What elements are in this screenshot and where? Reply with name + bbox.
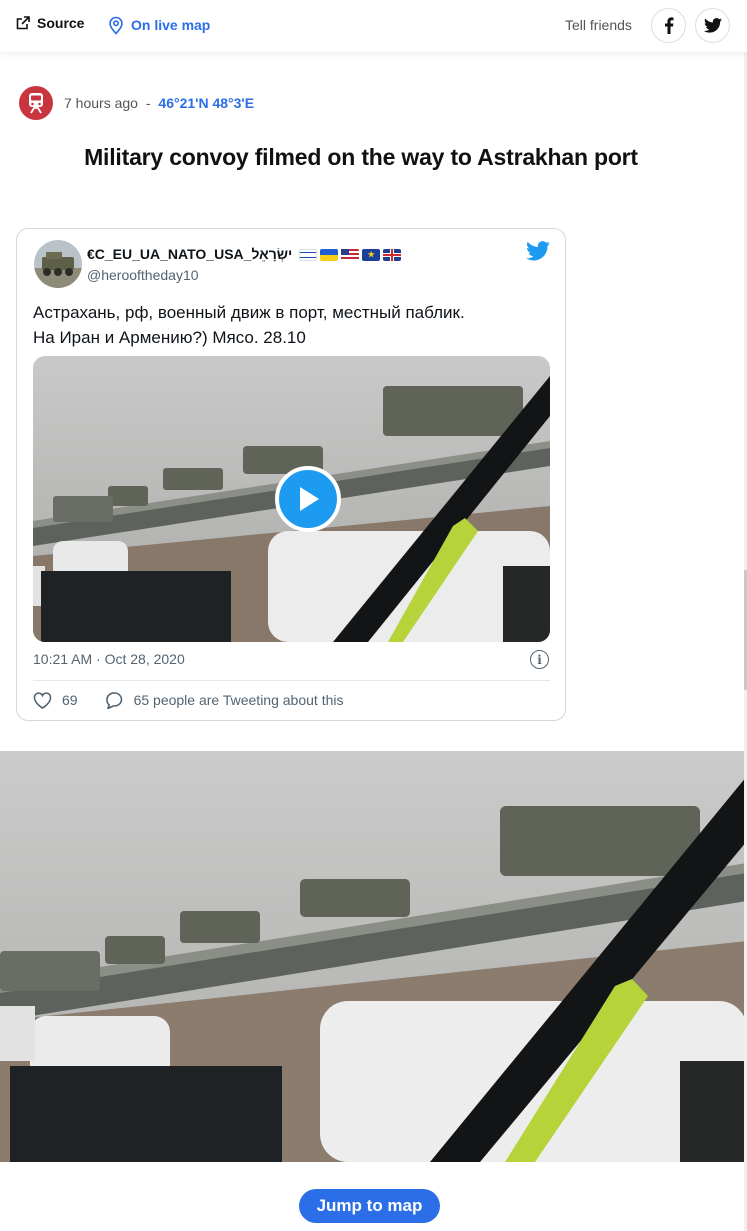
event-video-image[interactable]: [0, 751, 747, 1162]
source-link[interactable]: Source: [15, 15, 84, 31]
eu-flag-icon: ★: [362, 249, 381, 262]
replies-link[interactable]: 65 people are Tweeting about this: [105, 691, 344, 709]
tweet-video-thumbnail[interactable]: [33, 356, 550, 642]
source-label: Source: [37, 15, 85, 31]
author-name[interactable]: €C_EU_UA_NATO_USA_ישְׂרָאֵל ★: [87, 246, 402, 262]
event-meta-text: 7 hours ago - 46°21'N 48°3'E: [64, 95, 254, 111]
usa-flag-icon: [341, 249, 360, 262]
tweet-actions: 69 65 people are Tweeting about this: [33, 691, 343, 709]
train-icon: [19, 86, 53, 120]
play-icon: [300, 487, 319, 511]
live-map-label: On live map: [131, 17, 211, 33]
tell-friends-label: Tell friends: [565, 17, 632, 33]
tweet-text-line: На Иран и Армению?) Мясо. 28.10: [33, 328, 306, 347]
embedded-tweet: €C_EU_UA_NATO_USA_ישְׂרָאֵל ★ @heroofthe…: [16, 228, 566, 721]
play-button[interactable]: [275, 466, 341, 532]
time-ago: 7 hours ago: [64, 95, 138, 111]
event-meta: 7 hours ago - 46°21'N 48°3'E: [19, 86, 254, 120]
jump-to-map-button[interactable]: Jump to map: [299, 1189, 440, 1223]
top-bar: Source On live map Tell friends: [0, 0, 747, 52]
author-avatar[interactable]: [34, 240, 82, 288]
event-headline: Military convoy filmed on the way to Ast…: [84, 144, 638, 170]
meta-separator: -: [145, 95, 151, 111]
live-map-link[interactable]: On live map: [107, 15, 210, 35]
comment-icon: [105, 692, 122, 709]
facebook-icon: [664, 17, 673, 34]
tweet-divider: [33, 680, 550, 681]
info-icon[interactable]: i: [530, 650, 549, 669]
map-pin-icon: [109, 16, 123, 35]
uk-flag-icon: [383, 249, 402, 262]
like-button[interactable]: 69: [33, 691, 78, 709]
likes-count: 69: [62, 692, 78, 708]
coordinates-link[interactable]: 46°21'N 48°3'E: [158, 95, 254, 111]
tweet-text: Астрахань, рф, военный движ в порт, мест…: [33, 300, 533, 350]
israel-flag-icon: [299, 249, 318, 262]
author-name-text: €C_EU_UA_NATO_USA_ישְׂרָאֵל: [87, 246, 293, 262]
author-handle[interactable]: @herooftheday10: [87, 267, 199, 283]
tweet-text-line: Астрахань, рф, военный движ в порт, мест…: [33, 303, 465, 322]
twitter-icon: [703, 18, 722, 33]
ukraine-flag-icon: [320, 249, 339, 262]
heart-icon: [33, 691, 52, 709]
external-link-icon: [16, 16, 30, 30]
twitter-share-button[interactable]: [695, 8, 730, 43]
twitter-logo-icon[interactable]: [526, 241, 550, 266]
facebook-share-button[interactable]: [651, 8, 686, 43]
replies-label: 65 people are Tweeting about this: [133, 692, 344, 708]
flag-emojis: ★: [299, 249, 402, 262]
tweet-timestamp[interactable]: 10:21 AM · Oct 28, 2020: [33, 651, 185, 667]
